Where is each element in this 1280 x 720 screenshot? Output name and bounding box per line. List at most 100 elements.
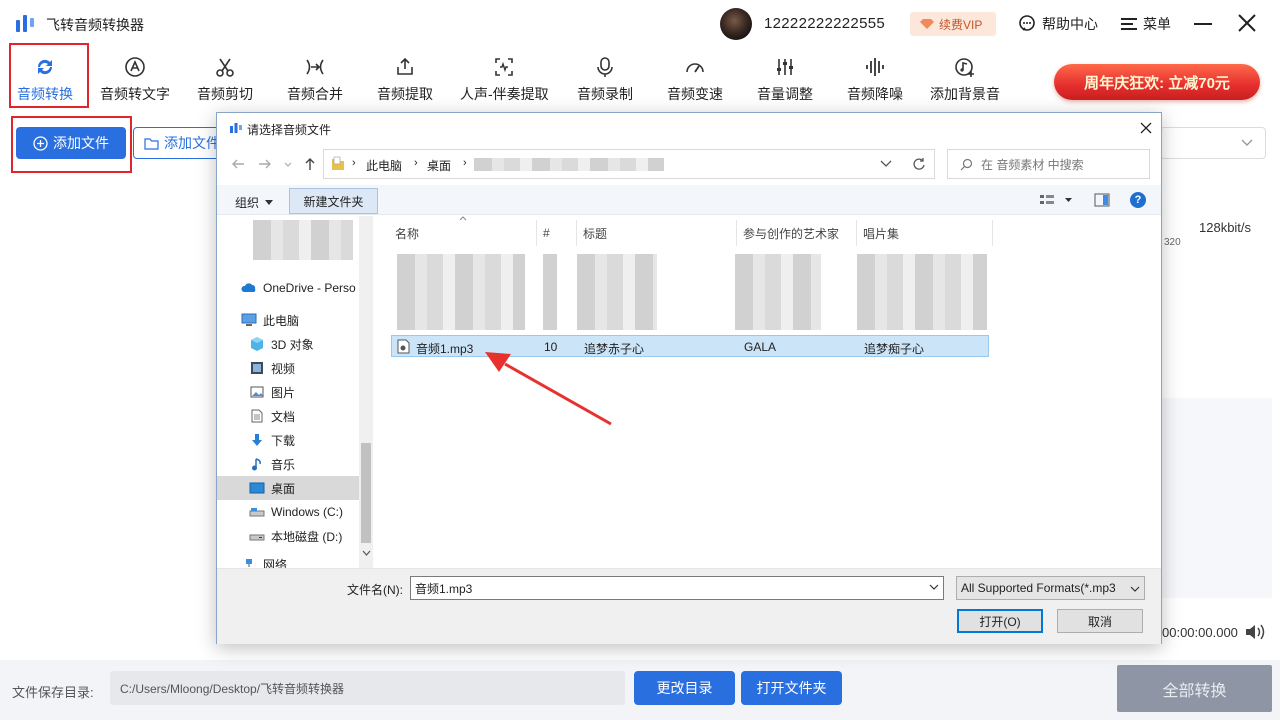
breadcrumb-this-pc[interactable]: 此电脑 — [366, 157, 402, 174]
back-arrow-icon[interactable] — [229, 155, 247, 173]
volume-icon[interactable] — [1244, 622, 1266, 642]
column-number[interactable]: # — [537, 220, 577, 246]
filename-input[interactable]: 音频1.mp3 — [410, 576, 944, 600]
breadcrumb-separator: › — [414, 157, 418, 169]
microphone-icon — [592, 54, 618, 80]
help-center-button[interactable]: 帮助中心 — [1018, 14, 1098, 34]
voice-scan-icon — [491, 54, 517, 80]
nav-item-this-pc[interactable]: 此电脑 — [217, 308, 359, 332]
add-file-button[interactable]: 添加文件 — [16, 127, 126, 159]
nav-item-onedrive[interactable]: OneDrive - Perso — [217, 276, 359, 300]
nav-item-downloads[interactable]: 下载 — [217, 428, 359, 452]
breadcrumb-separator: › — [463, 157, 467, 169]
nav-item-videos[interactable]: 视频 — [217, 356, 359, 380]
chat-help-icon — [1019, 15, 1035, 31]
tool-audio-extract[interactable]: 音频提取 — [377, 54, 433, 108]
tool-audio-to-text[interactable]: 音频转文字 — [100, 54, 170, 108]
network-icon — [241, 556, 257, 568]
account-id[interactable]: 12222222222555 — [764, 15, 885, 32]
equalizer-icon — [772, 54, 798, 80]
nav-item-drive-d[interactable]: 本地磁盘 (D:) — [217, 524, 359, 548]
column-artist[interactable]: 参与创作的艺术家 — [737, 220, 857, 246]
file-type-select[interactable]: All Supported Formats(*.mp3 — [956, 576, 1145, 600]
search-input[interactable]: 在 音频素材 中搜索 — [947, 149, 1150, 179]
dialog-nav-row: › 此电脑 › 桌面 › 在 音频素材 中搜索 — [217, 143, 1161, 185]
save-dir-field[interactable]: C:/Users/Mloong/Desktop/飞转音频转换器 — [110, 671, 625, 705]
new-folder-button[interactable]: 新建文件夹 — [289, 188, 378, 214]
tool-add-bgm[interactable]: 添加背景音 — [930, 54, 1000, 108]
open-folder-button[interactable]: 打开文件夹 — [741, 671, 842, 705]
dialog-footer: 文件名(N): 音频1.mp3 All Supported Formats(*.… — [217, 568, 1161, 644]
address-bar[interactable]: › 此电脑 › 桌面 › — [323, 149, 935, 179]
nav-label: Windows (C:) — [271, 505, 344, 519]
tool-label: 音频录制 — [577, 86, 633, 102]
refresh-button[interactable] — [903, 149, 935, 179]
add-folder-button[interactable]: 添加文件 — [133, 127, 223, 159]
bitrate-max-label: 320 — [1164, 237, 1181, 248]
document-icon — [249, 408, 265, 424]
convert-all-button[interactable]: 全部转换 — [1117, 665, 1272, 712]
up-arrow-icon[interactable] — [301, 155, 319, 173]
tool-audio-record[interactable]: 音频录制 — [577, 54, 633, 108]
tool-label: 音频剪切 — [197, 86, 253, 102]
help-icon[interactable]: ? — [1130, 192, 1146, 208]
recent-chevron-icon[interactable] — [283, 155, 293, 173]
breadcrumb-desktop[interactable]: 桌面 — [427, 157, 451, 174]
speedometer-icon — [682, 54, 708, 80]
organize-menu[interactable]: 组织 — [235, 194, 274, 211]
close-icon[interactable] — [1138, 120, 1154, 136]
search-placeholder: 在 音频素材 中搜索 — [981, 157, 1084, 172]
chevron-down-icon — [1241, 139, 1253, 146]
navigation-pane: OneDrive - Perso 此电脑 3D 对象 视频 图片 文档 下载 音… — [217, 216, 373, 568]
nav-item-network[interactable]: 网络 — [217, 552, 359, 568]
save-dir-label: 文件保存目录: — [12, 685, 94, 700]
nav-scrollbar-thumb[interactable] — [361, 443, 371, 543]
menu-label: 菜单 — [1143, 16, 1171, 32]
tool-volume-adjust[interactable]: 音量调整 — [757, 54, 813, 108]
nav-item-drive-c[interactable]: Windows (C:) — [217, 500, 359, 524]
tool-label: 音频转文字 — [100, 86, 170, 102]
cell-name: 音频1.mp3 — [416, 342, 474, 356]
tool-audio-cut[interactable]: 音频剪切 — [197, 54, 253, 108]
nav-item-music[interactable]: 音乐 — [217, 452, 359, 476]
help-label: 帮助中心 — [1042, 16, 1098, 32]
chevron-down-icon[interactable] — [929, 582, 939, 592]
change-dir-button[interactable]: 更改目录 — [634, 671, 735, 705]
preview-panel — [1160, 398, 1272, 598]
tool-label: 音频合并 — [287, 86, 343, 102]
renew-vip-button[interactable]: 续费VIP — [910, 12, 996, 36]
chevron-down-icon[interactable] — [880, 160, 892, 168]
tool-audio-merge[interactable]: 音频合并 — [287, 54, 343, 108]
column-title[interactable]: 标题 — [577, 220, 737, 246]
blurred-quick-access — [253, 220, 353, 260]
nav-item-documents[interactable]: 文档 — [217, 404, 359, 428]
blurred-file-rows — [735, 254, 821, 330]
scroll-down-icon[interactable] — [362, 550, 371, 556]
view-options-icon[interactable] — [1039, 193, 1077, 207]
tool-noise-reduce[interactable]: 音频降噪 — [847, 54, 903, 108]
cancel-button[interactable]: 取消 — [1057, 609, 1143, 633]
format-dropdown[interactable] — [1160, 127, 1266, 159]
nav-item-3d-objects[interactable]: 3D 对象 — [217, 332, 359, 356]
promo-banner[interactable]: 周年庆狂欢: 立减70元 — [1054, 64, 1260, 100]
open-file-dialog: 请选择音频文件 › 此电脑 › 桌面 › 在 音频素材 中搜索 组织 新建文件夹… — [216, 112, 1162, 644]
column-name[interactable]: 名称 — [389, 220, 537, 246]
desktop-icon — [249, 480, 265, 496]
nav-item-desktop[interactable]: 桌面 — [217, 476, 359, 500]
menu-button[interactable]: 菜单 — [1121, 14, 1171, 34]
computer-icon — [241, 312, 257, 328]
tool-label: 音频提取 — [377, 86, 433, 102]
tool-vocal-extract[interactable]: 人声-伴奏提取 — [460, 54, 549, 108]
tool-audio-speed[interactable]: 音频变速 — [667, 54, 723, 108]
open-button[interactable]: 打开(O) — [957, 609, 1043, 633]
minimize-icon[interactable] — [1192, 12, 1214, 34]
avatar[interactable] — [720, 8, 752, 40]
preview-pane-icon[interactable] — [1094, 193, 1110, 207]
column-album[interactable]: 唱片集 — [857, 220, 993, 246]
close-icon[interactable] — [1236, 12, 1258, 34]
nav-item-pictures[interactable]: 图片 — [217, 380, 359, 404]
audio-file-icon — [397, 339, 410, 354]
app-title: 飞转音频转换器 — [46, 17, 144, 33]
forward-arrow-icon[interactable] — [256, 155, 274, 173]
nav-label: 网络 — [263, 557, 288, 569]
